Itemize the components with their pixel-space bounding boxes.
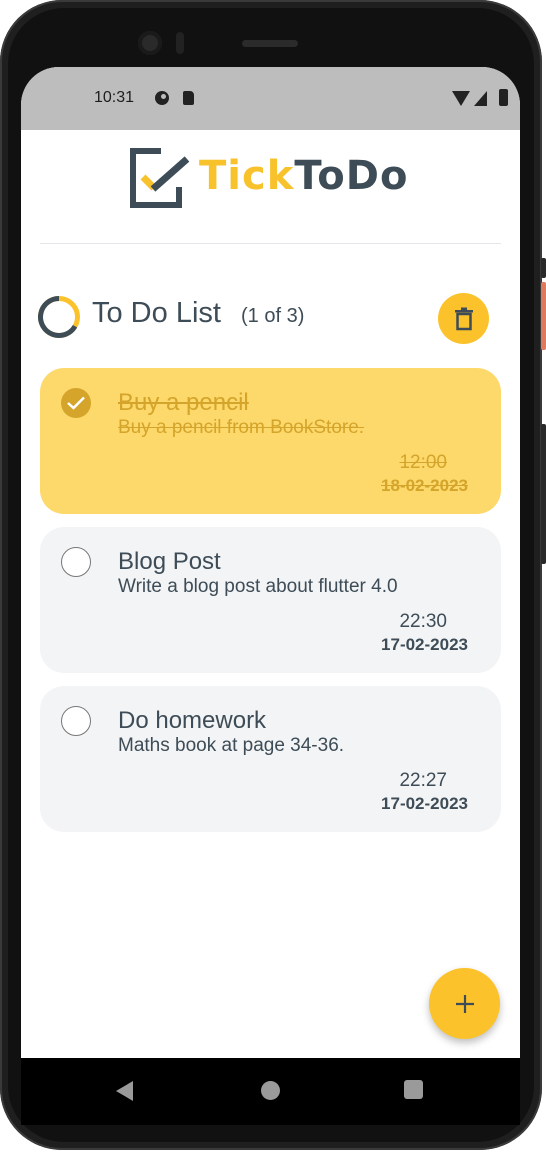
nav-recents-icon[interactable] [404, 1080, 423, 1099]
wifi-icon [452, 91, 470, 106]
todo-date: 18-02-2023 [381, 476, 468, 495]
todo-title: Buy a pencil [118, 389, 249, 416]
status-bar: 10:31 [21, 67, 520, 130]
todo-description: Buy a pencil from BookStore. [118, 417, 365, 438]
app-logo: TickToDo [129, 147, 419, 209]
add-todo-button[interactable] [429, 968, 500, 1039]
todo-time: 22:27 [399, 770, 447, 791]
nav-home-icon[interactable] [261, 1081, 280, 1100]
volume-button [541, 424, 546, 564]
sensor [176, 32, 184, 54]
side-button [541, 258, 546, 278]
todo-time: 22:30 [399, 611, 447, 632]
notification-icon [155, 91, 169, 105]
checkmark-icon [67, 396, 85, 410]
todo-date: 17-02-2023 [381, 635, 468, 654]
todo-time: 12:00 [399, 452, 447, 473]
todo-checkbox[interactable] [61, 706, 91, 736]
list-count: (1 of 3) [241, 305, 305, 327]
logo-text-tick: Tick [199, 153, 295, 199]
plus-icon [455, 994, 474, 1013]
sd-card-icon [183, 91, 194, 105]
camera-icon [138, 31, 162, 55]
status-time: 10:31 [94, 89, 135, 106]
battery-icon [499, 89, 508, 106]
todo-title: Blog Post [118, 548, 221, 575]
delete-button[interactable] [438, 293, 489, 344]
todo-date: 17-02-2023 [381, 794, 468, 813]
todo-checkbox[interactable] [61, 388, 91, 418]
power-button [541, 282, 546, 350]
logo-text-todo: ToDo [294, 153, 409, 199]
progress-ring [38, 296, 80, 338]
list-title: To Do List [92, 297, 221, 329]
signal-icon [474, 91, 487, 106]
earpiece-speaker [242, 40, 298, 47]
nav-back-icon[interactable] [116, 1081, 133, 1101]
todo-card[interactable]: Do homework Maths book at page 34-36. 22… [40, 686, 501, 832]
todo-description: Maths book at page 34-36. [118, 735, 345, 756]
header-divider [40, 243, 501, 244]
logo-text: TickToDo [199, 153, 408, 199]
logo-checkbox-icon [130, 148, 190, 208]
trash-icon [454, 307, 473, 330]
todo-card[interactable]: Buy a pencil Buy a pencil from BookStore… [40, 368, 501, 514]
todo-title: Do homework [118, 707, 267, 734]
todo-checkbox[interactable] [61, 547, 91, 577]
todo-card[interactable]: Blog Post Write a blog post about flutte… [40, 527, 501, 673]
system-nav-bar [21, 1058, 520, 1125]
todo-description: Write a blog post about flutter 4.0 [118, 576, 398, 597]
app-screen: 10:31 TickToDo To Do List (1 of 3) Buy a… [21, 67, 520, 1125]
